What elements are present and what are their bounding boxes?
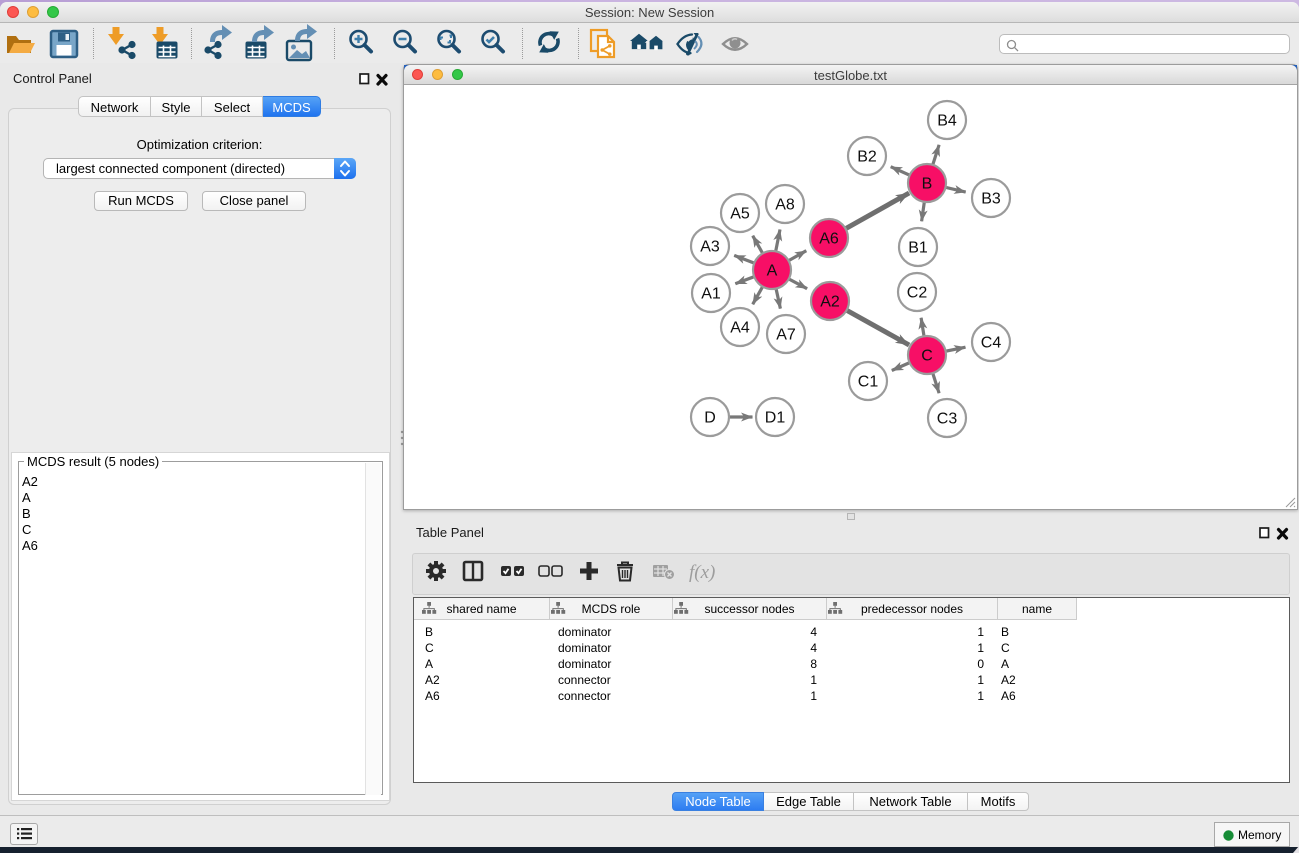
svg-text:C1: C1 — [858, 374, 879, 391]
svg-text:B1: B1 — [908, 240, 928, 257]
svg-text:f(x): f(x) — [689, 562, 715, 583]
svg-text:B3: B3 — [981, 191, 1001, 208]
svg-text:D1: D1 — [765, 410, 786, 427]
svg-text:A5: A5 — [730, 206, 750, 223]
svg-text:C: C — [921, 348, 933, 365]
svg-text:A1: A1 — [701, 286, 721, 303]
svg-text:A7: A7 — [776, 327, 796, 344]
svg-text:C3: C3 — [937, 411, 958, 428]
svg-text:C4: C4 — [981, 335, 1002, 352]
svg-text:A2: A2 — [820, 294, 840, 311]
svg-text:B: B — [922, 176, 933, 193]
svg-text:A4: A4 — [730, 320, 750, 337]
svg-text:D: D — [704, 410, 716, 427]
svg-text:B2: B2 — [857, 149, 877, 166]
svg-text:B4: B4 — [937, 113, 957, 130]
svg-text:A3: A3 — [700, 239, 720, 256]
svg-text:A8: A8 — [775, 197, 795, 214]
svg-text:C2: C2 — [907, 285, 928, 302]
svg-text:A: A — [767, 263, 778, 280]
svg-text:A6: A6 — [819, 231, 839, 248]
